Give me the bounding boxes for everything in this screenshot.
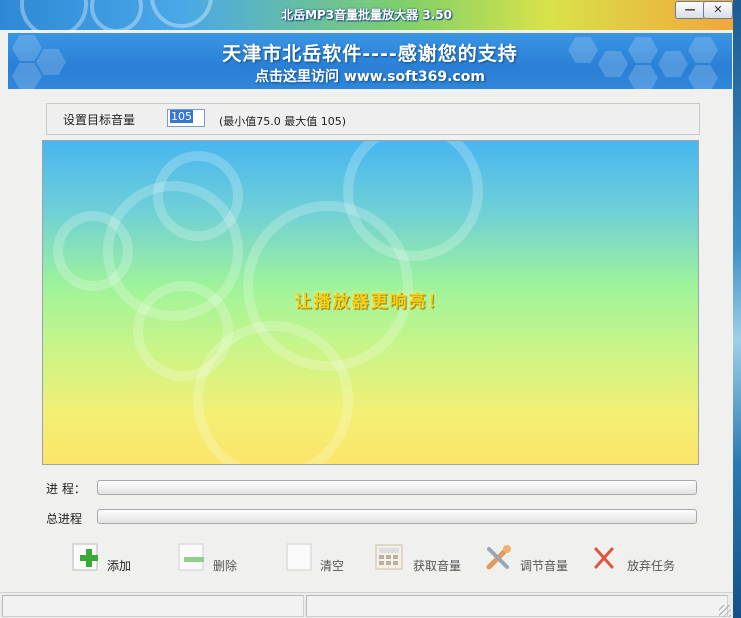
add-button[interactable]: 添加 bbox=[72, 543, 142, 583]
app-window: 北岳MP3音量批量放大器 3.50 — ✕ 天津市北岳软件----感谢您的支持 … bbox=[0, 0, 733, 618]
plus-icon bbox=[72, 543, 98, 571]
target-volume-value: 105 bbox=[170, 110, 193, 123]
banner-title: 天津市北岳软件----感谢您的支持 bbox=[222, 43, 518, 65]
volume-range-hint: (最小值75.0 最大值 105) bbox=[219, 115, 347, 128]
tools-icon bbox=[486, 545, 511, 570]
get-volume-label: 获取音量 bbox=[413, 559, 462, 573]
target-volume-input[interactable]: 105 bbox=[167, 109, 205, 127]
clear-button[interactable]: 清空 bbox=[286, 543, 356, 583]
abort-task-button[interactable]: 放弃任务 bbox=[592, 543, 692, 583]
slogan-text: 让播放器更响亮！ bbox=[294, 292, 447, 312]
minus-icon bbox=[178, 543, 204, 571]
get-volume-button[interactable]: 获取音量 bbox=[375, 543, 475, 583]
swirl-decoration bbox=[53, 211, 133, 291]
file-progress-label: 进 程： bbox=[46, 482, 86, 496]
minimize-button[interactable]: — bbox=[675, 1, 705, 19]
status-bar bbox=[0, 592, 733, 618]
resize-grip[interactable] bbox=[719, 605, 731, 617]
file-list-area[interactable]: 让播放器更响亮！ bbox=[42, 140, 699, 465]
blank-page-icon bbox=[286, 543, 312, 571]
window-title: 北岳MP3音量批量放大器 3.50 bbox=[281, 8, 452, 22]
add-label: 添加 bbox=[107, 559, 132, 573]
calculator-icon bbox=[375, 544, 403, 570]
file-progress-bar bbox=[97, 480, 697, 495]
abort-task-label: 放弃任务 bbox=[627, 559, 676, 573]
volume-settings-panel: 设置目标音量 105 (最小值75.0 最大值 105) bbox=[46, 103, 700, 135]
cancel-x-icon bbox=[594, 547, 614, 569]
status-pane-left bbox=[2, 595, 304, 617]
header-banner[interactable]: 天津市北岳软件----感谢您的支持 点击这里访问 www.soft369.com bbox=[8, 33, 732, 89]
status-pane-right bbox=[306, 595, 728, 617]
delete-label: 删除 bbox=[213, 559, 238, 573]
total-progress-label: 总进程 bbox=[46, 512, 83, 526]
clear-label: 清空 bbox=[320, 559, 345, 573]
close-button[interactable]: ✕ bbox=[703, 1, 733, 19]
target-volume-label: 设置目标音量 bbox=[63, 113, 136, 127]
title-bar[interactable]: 北岳MP3音量批量放大器 3.50 — ✕ bbox=[0, 0, 733, 38]
total-progress-bar bbox=[97, 509, 697, 524]
adjust-volume-label: 调节音量 bbox=[520, 559, 569, 573]
adjust-volume-button[interactable]: 调节音量 bbox=[485, 543, 585, 583]
swirl-decoration bbox=[153, 151, 243, 241]
desktop-background bbox=[733, 0, 741, 618]
delete-button[interactable]: 删除 bbox=[178, 543, 248, 583]
website-link[interactable]: 点击这里访问 www.soft369.com bbox=[8, 66, 732, 86]
